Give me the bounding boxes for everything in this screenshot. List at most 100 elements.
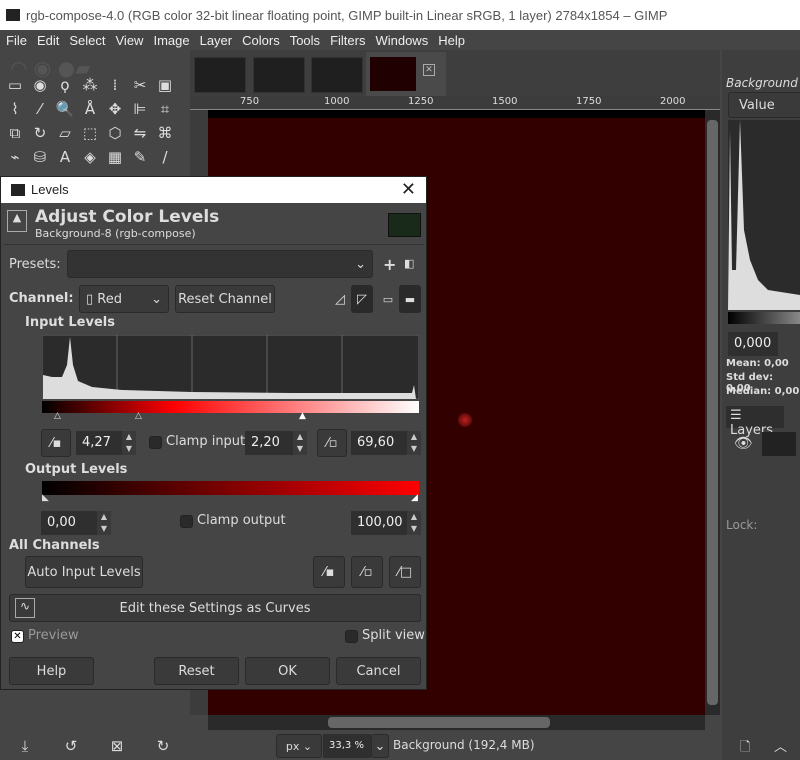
text-tool-icon[interactable]: A [54,146,76,168]
preset-menu-icon[interactable]: ◧ [404,257,414,270]
image-tab[interactable] [311,57,363,93]
bucket-fill-tool-icon[interactable]: ⛁ [29,146,51,168]
pick-all-white-button[interactable]: ⁄□ [389,556,421,588]
output-low-field[interactable]: 0,00 ▲ ▼ [41,511,111,535]
cage-tool-icon[interactable]: ⌘ [154,122,176,144]
clamp-input-checkbox[interactable] [149,436,162,449]
window-title: rgb-compose-4.0 (RGB color 32-bit linear… [26,7,668,23]
reset-icon[interactable]: ↻ [152,735,174,757]
ellipse-select-tool-icon[interactable]: ◉ [29,74,51,96]
paths-tool-icon[interactable]: ⌇ [4,98,26,120]
new-layer-icon[interactable]: 🗋 [740,738,750,760]
output-levels-label: Output Levels [25,462,128,477]
gamma-handle[interactable]: △ [135,411,142,421]
input-gamma-field[interactable]: 2,20 ▲ ▼ [245,431,307,455]
zoom-dropdown[interactable]: ⌄ [371,734,389,758]
clamp-output-checkbox[interactable] [180,515,193,528]
align-tool-icon[interactable]: ⊫ [129,98,151,120]
eye-icon[interactable]: 👁 [734,434,753,452]
menu-view[interactable]: View [110,33,148,48]
add-preset-icon[interactable]: + [383,255,396,274]
auto-input-levels-button[interactable]: Auto Input Levels [25,556,143,588]
output-low-handle[interactable]: ◣ [42,493,49,503]
reset-channel-button[interactable]: Reset Channel [175,285,275,313]
lasso-tool-icon[interactable]: ϙ [54,74,76,96]
image-tab-active[interactable]: ✕ [366,52,446,96]
dialog-titlebar: Levels ✕ [1,177,426,203]
menu-colors[interactable]: Colors [236,33,284,48]
preview-checkbox[interactable]: ✕ [11,630,24,643]
menu-layer[interactable]: Layer [194,33,237,48]
histogram-fill-icon[interactable]: ▬ [399,285,421,313]
horizontal-scrollbar[interactable] [208,715,705,730]
crop-tool-icon[interactable]: ⌗ [154,98,176,120]
unified-transform-tool-icon[interactable]: ⧉ [4,122,26,144]
histogram-value-input[interactable]: 0,000 [728,332,778,356]
menubar: File Edit Select View Image Layer Colors Tools F… [0,30,800,50]
histogram-view-icon[interactable]: ▭ [379,287,397,311]
color-picker-tool-icon[interactable]: ⁄ [29,98,51,120]
rect-select-tool-icon[interactable]: ▭ [4,74,26,96]
menu-help[interactable]: Help [432,33,469,48]
curves-icon: ∿ [15,598,35,618]
foreground-select-tool-icon[interactable]: ▣ [154,74,176,96]
histogram-channel-select[interactable]: Value [728,92,800,118]
3d-transform-tool-icon[interactable]: ⬡ [104,122,126,144]
menu-image[interactable]: Image [147,33,193,48]
fuzzy-select-tool-icon[interactable]: ⁂ [79,74,101,96]
tab-layers[interactable]: ☰ Layers [726,406,784,438]
log-histogram-icon[interactable]: ◸ [351,285,373,313]
pick-black-point-button[interactable]: ⁄▪ [41,429,71,457]
channel-select[interactable]: ▯ Red ⌄ [79,285,169,313]
cancel-button[interactable]: Cancel [336,657,421,685]
image-tab[interactable] [253,57,305,93]
pick-all-black-button[interactable]: ⁄▪ [313,556,345,588]
warp-tool-icon[interactable]: ⌁ [4,146,26,168]
zoom-input[interactable]: 33,3 % [323,734,371,758]
clear-icon[interactable]: ⊠ [106,735,128,757]
pencil-tool-icon[interactable]: / [154,146,176,168]
fill-tool-icon[interactable]: ◈ [79,146,101,168]
flip-tool-icon[interactable]: ⇋ [129,122,151,144]
close-tab-icon[interactable]: ✕ [423,64,435,76]
measure-tool-icon[interactable]: Å [79,98,101,120]
close-icon[interactable]: ✕ [401,179,416,200]
menu-select[interactable]: Select [63,33,109,48]
input-high-field[interactable]: 69,60 ▲ ▼ [351,431,421,455]
pick-all-gray-button[interactable]: ⁄▫ [351,556,383,588]
white-point-handle[interactable]: ▲ [299,411,306,421]
presets-select[interactable]: ⌄ [67,250,373,278]
help-button[interactable]: Help [9,657,94,685]
menu-filters[interactable]: Filters [324,33,369,48]
dock-icon[interactable]: ⤓ [14,735,36,757]
menu-edit[interactable]: Edit [31,33,63,48]
color-select-tool-icon[interactable]: ⁞ [104,74,126,96]
perspective-tool-icon[interactable]: ⬚ [79,122,101,144]
vertical-scrollbar[interactable] [705,110,720,715]
input-low-field[interactable]: 4,27 ▲ ▼ [76,431,136,455]
undo-icon[interactable]: ↺ [60,735,82,757]
output-high-handle[interactable]: ◢ [411,493,418,503]
rotate-tool-icon[interactable]: ↻ [29,122,51,144]
pick-white-point-button[interactable]: ⁄▫ [317,429,347,457]
scissors-tool-icon[interactable]: ✂ [129,74,151,96]
black-point-handle[interactable]: △ [54,411,61,421]
split-view-checkbox[interactable] [345,630,358,643]
gradient-tool-icon[interactable]: ▦ [104,146,126,168]
edit-as-curves-button[interactable]: ∿ Edit these Settings as Curves [9,594,421,622]
menu-windows[interactable]: Windows [369,33,432,48]
raise-layer-icon[interactable]: ︿ [774,736,787,755]
reset-button[interactable]: Reset [154,657,239,685]
layer-thumbnail[interactable] [762,432,796,456]
zoom-tool-icon[interactable]: 🔍 [54,98,76,120]
output-high-field[interactable]: 100,00 ▲ ▼ [351,511,421,535]
move-tool-icon[interactable]: ✥ [104,98,126,120]
paintbrush-tool-icon[interactable]: ✎ [129,146,151,168]
menu-file[interactable]: File [0,33,31,48]
linear-histogram-icon[interactable]: ◿ [331,287,349,311]
unit-select[interactable]: px ⌄ [276,734,322,758]
ok-button[interactable]: OK [245,657,330,685]
menu-tools[interactable]: Tools [284,33,324,48]
shear-tool-icon[interactable]: ▱ [54,122,76,144]
image-tab[interactable] [194,57,246,93]
